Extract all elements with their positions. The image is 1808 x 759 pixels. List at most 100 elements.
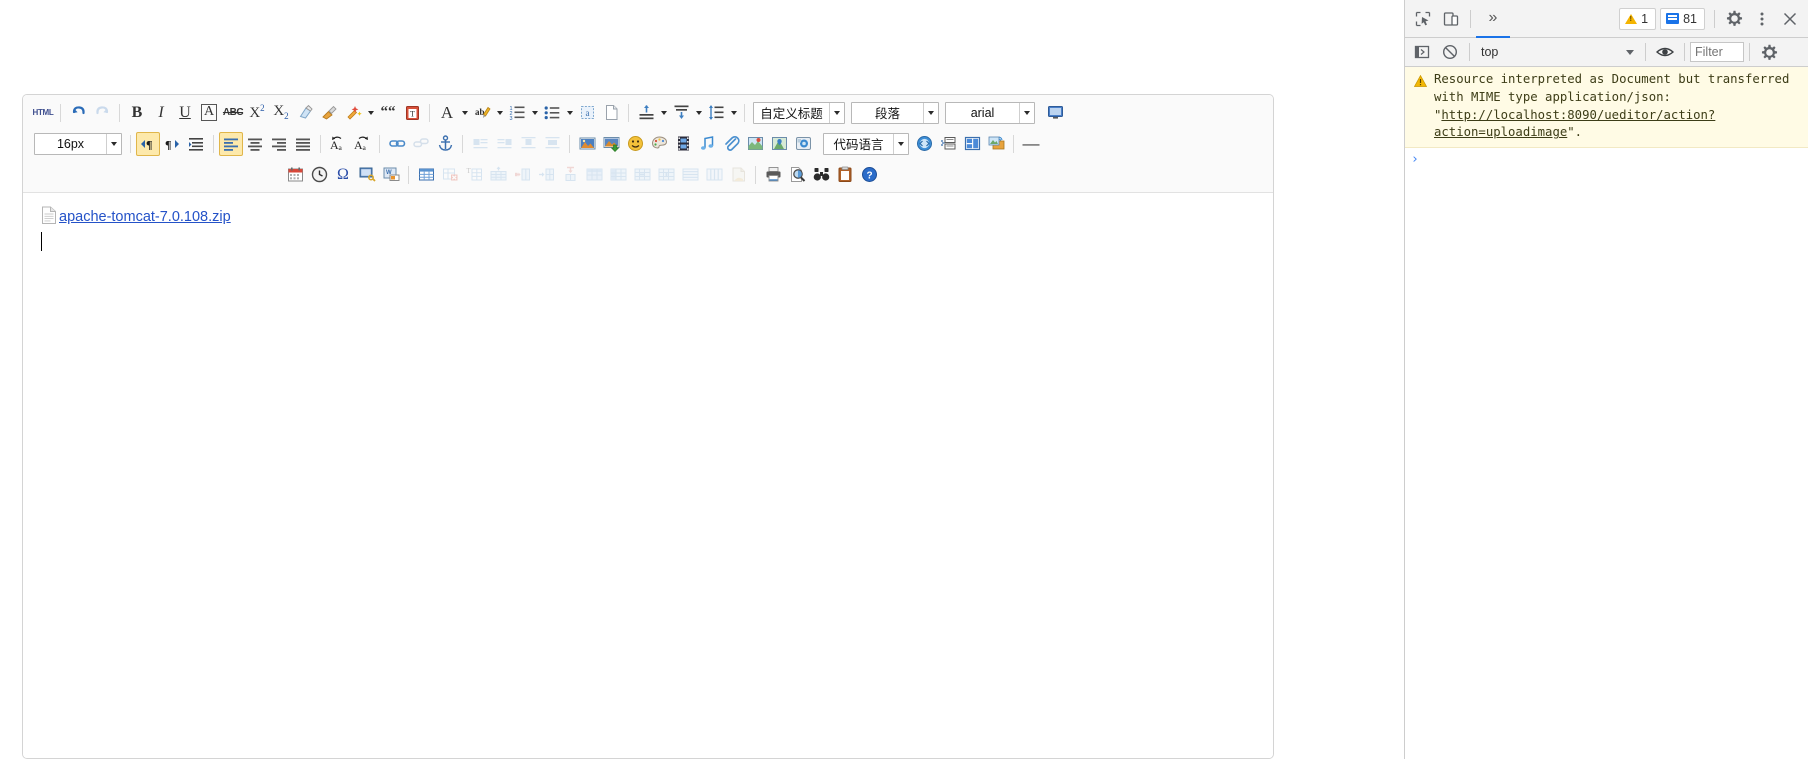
source-html-button[interactable]: HTML [31, 101, 55, 125]
live-expression-eye-icon[interactable] [1651, 38, 1679, 66]
chevron-down-icon[interactable] [829, 102, 844, 123]
superscript-button[interactable]: X2 [245, 101, 269, 125]
console-warning-message[interactable]: Resource interpreted as Document but tra… [1405, 67, 1808, 149]
split-cols-button[interactable] [702, 163, 726, 187]
merge-cell-button[interactable] [558, 163, 582, 187]
insert-row-button[interactable] [486, 163, 510, 187]
split-rows-button[interactable] [678, 163, 702, 187]
table-sort-button[interactable] [726, 163, 750, 187]
console-settings-gear-icon[interactable] [1755, 38, 1783, 66]
undo-button[interactable] [66, 101, 90, 125]
anchor-text-button[interactable]: a [575, 101, 599, 125]
align-bottom-button[interactable] [669, 101, 693, 125]
select-all-button[interactable] [833, 163, 857, 187]
attachment-button[interactable] [719, 132, 743, 156]
layout-button[interactable] [960, 132, 984, 156]
print-button[interactable] [761, 163, 785, 187]
remove-format-button[interactable] [293, 101, 317, 125]
device-toolbar-icon[interactable] [1437, 5, 1465, 33]
auto-typeset-caret-icon[interactable] [365, 102, 376, 124]
align-center-button[interactable] [243, 132, 267, 156]
align-top-button[interactable] [634, 101, 658, 125]
merge-right-button[interactable] [630, 163, 654, 187]
chevron-down-icon[interactable] [1019, 102, 1034, 123]
import-word-button[interactable]: W [379, 163, 403, 187]
template-button[interactable] [936, 132, 960, 156]
attachment-link[interactable]: apache-tomcat-7.0.108.zip [59, 209, 231, 225]
align-left-button[interactable] [219, 131, 243, 156]
wrap-center-button[interactable] [516, 132, 540, 156]
more-tabs-button[interactable]: » [1476, 1, 1510, 38]
blockquote-button[interactable]: ““ [376, 101, 400, 125]
wrap-left-button[interactable] [468, 132, 492, 156]
font-family-select[interactable]: arial [945, 101, 1035, 124]
ordered-list-caret-icon[interactable] [529, 102, 540, 124]
font-size-select[interactable]: 16px [34, 132, 122, 155]
map-button[interactable] [743, 132, 767, 156]
palette-button[interactable] [647, 132, 671, 156]
unordered-list-caret-icon[interactable] [564, 102, 575, 124]
chevron-down-icon[interactable] [923, 102, 938, 123]
console-sidebar-icon[interactable] [1408, 38, 1436, 66]
background-color-button[interactable]: ab [470, 101, 494, 125]
console-prompt-row[interactable]: › [1405, 148, 1808, 172]
close-icon[interactable] [1776, 5, 1804, 33]
text-border-button[interactable]: A [197, 101, 221, 125]
message-count-badge[interactable]: 81 [1660, 7, 1705, 30]
align-top-caret-icon[interactable] [658, 102, 669, 124]
upload-image-button[interactable] [599, 132, 623, 156]
delete-table-button[interactable] [438, 163, 462, 187]
screenshot-button[interactable] [355, 163, 379, 187]
webapp-button[interactable] [791, 132, 815, 156]
bold-button[interactable]: B [125, 101, 149, 125]
new-page-button[interactable] [599, 101, 623, 125]
chevron-down-icon[interactable] [893, 133, 908, 154]
paste-plain-text-button[interactable]: T [400, 101, 424, 125]
merge-down-button[interactable] [654, 163, 678, 187]
gmap-button[interactable] [767, 132, 791, 156]
direction-rtl-button[interactable]: ¶ [160, 132, 184, 156]
strikethrough-button[interactable]: ABC [221, 101, 245, 125]
unordered-list-button[interactable] [540, 101, 564, 125]
font-color-caret-icon[interactable] [459, 102, 470, 124]
indent-button[interactable] [184, 132, 208, 156]
table-caption-button[interactable]: T [462, 163, 486, 187]
editor-content-area[interactable]: apache-tomcat-7.0.108.zip [23, 193, 1273, 758]
clear-console-icon[interactable] [1436, 38, 1464, 66]
italic-button[interactable]: I [149, 101, 173, 125]
kebab-menu-icon[interactable] [1748, 5, 1776, 33]
split-cell-button[interactable] [534, 163, 558, 187]
help-button[interactable]: ? [857, 163, 881, 187]
fullscreen-button[interactable] [1043, 101, 1067, 125]
align-right-button[interactable] [267, 132, 291, 156]
insert-video-button[interactable] [671, 132, 695, 156]
background-button[interactable] [984, 132, 1008, 156]
console-filter-input[interactable] [1690, 42, 1744, 62]
insert-music-button[interactable] [695, 132, 719, 156]
custom-heading-select[interactable]: 自定义标题 [753, 101, 845, 124]
warning-count-badge[interactable]: 1 [1619, 7, 1657, 30]
redo-button[interactable] [90, 101, 114, 125]
paragraph-format-select[interactable]: 段落 [851, 101, 939, 124]
underline-button[interactable]: U [173, 101, 197, 125]
subscript-button[interactable]: X2 [269, 101, 293, 125]
wrap-right-button[interactable] [492, 132, 516, 156]
auto-typeset-button[interactable] [341, 101, 365, 125]
unlink-button[interactable] [409, 132, 433, 156]
case-undo-button[interactable]: Aa [326, 132, 350, 156]
delete-col-button[interactable] [606, 163, 630, 187]
insert-table-button[interactable] [414, 163, 438, 187]
gear-icon[interactable] [1720, 5, 1748, 33]
background-color-caret-icon[interactable] [494, 102, 505, 124]
inspect-element-icon[interactable] [1409, 5, 1437, 33]
insert-code-button[interactable] [912, 132, 936, 156]
execution-context-select[interactable]: top [1475, 42, 1640, 62]
search-replace-button[interactable] [809, 163, 833, 187]
direction-ltr-button[interactable]: ¶ [136, 131, 160, 156]
special-character-button[interactable]: Ω [331, 163, 355, 187]
code-language-select[interactable]: 代码语言 [823, 132, 909, 155]
case-redo-button[interactable]: Aa [350, 132, 374, 156]
delete-row-button[interactable] [582, 163, 606, 187]
font-color-button[interactable]: A [435, 101, 459, 125]
line-height-button[interactable] [704, 101, 728, 125]
